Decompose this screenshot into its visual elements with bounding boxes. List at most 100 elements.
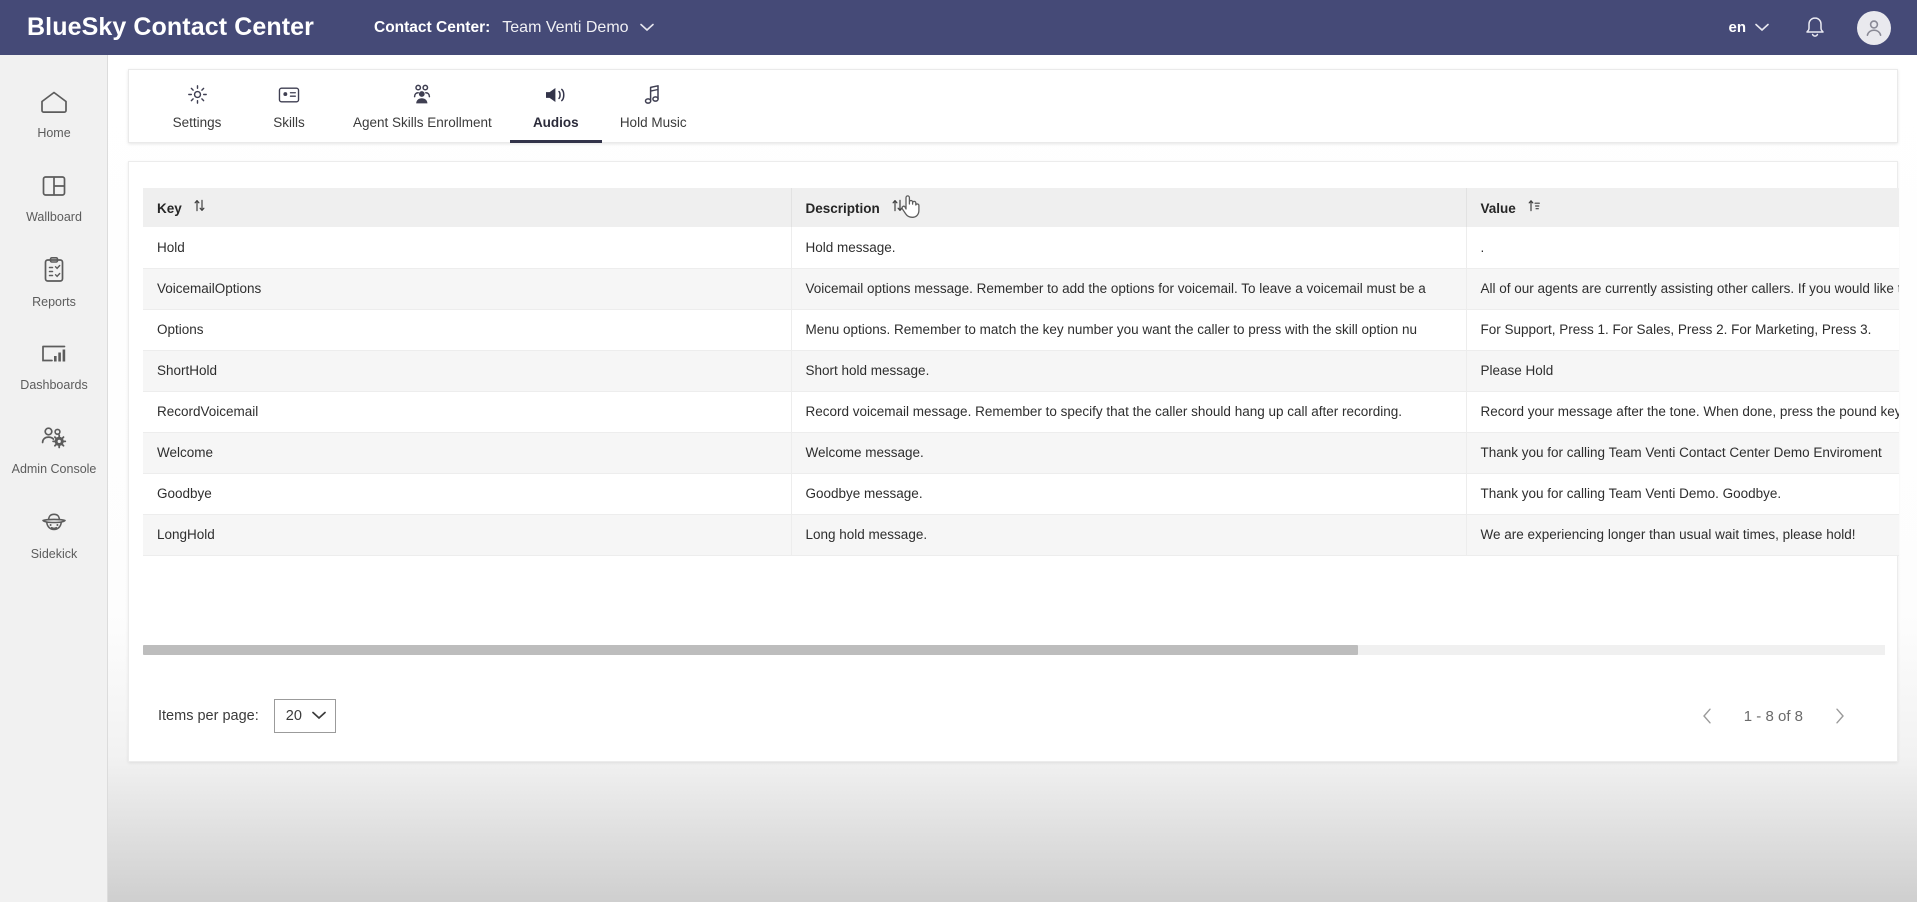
contact-center-label: Contact Center: [374, 18, 491, 36]
tab-settings[interactable]: Settings [151, 70, 243, 143]
sidebar-item-label: Dashboards [20, 378, 88, 393]
sidebar-item-label: Admin Console [11, 462, 97, 477]
sidebar-item-dashboards[interactable]: Dashboards [0, 325, 108, 409]
table-row[interactable]: RecordVoicemail Record voicemail message.… [143, 391, 1899, 433]
row-cell-value: Thank you for calling Team Venti Demo. G… [1466, 473, 1899, 515]
row-cell-key: RecordVoicemail [143, 391, 792, 433]
sort-updown-icon[interactable] [194, 199, 205, 215]
row-cell-description: Goodbye message. [791, 473, 1467, 515]
row-cell-key: LongHold [143, 514, 792, 556]
left-navigation-rail: Home Wallboard Reports Dashboards Admin … [0, 55, 108, 902]
contact-center-dropdown[interactable] [629, 21, 654, 34]
column-header-label: Description [805, 201, 880, 216]
column-header-key[interactable]: Key [143, 188, 792, 227]
sidebar-item-admin-console[interactable]: Admin Console [0, 409, 108, 493]
sidebar-item-label: Reports [32, 295, 76, 310]
notification-bell-icon[interactable] [1803, 15, 1827, 41]
sort-az-icon[interactable] [1528, 199, 1541, 215]
row-cell-value: . [1466, 227, 1899, 269]
tab-skills[interactable]: Skills [243, 70, 335, 143]
tab-audios[interactable]: Audios [509, 70, 602, 143]
row-cell-description: Short hold message. [791, 350, 1467, 392]
items-per-page-label: Items per page: [158, 708, 259, 724]
language-selector-label[interactable]: en [1728, 19, 1746, 36]
row-cell-description: Hold message. [791, 227, 1467, 269]
row-cell-description: Menu options. Remember to match the key … [791, 309, 1467, 351]
language-chevron-down-icon[interactable] [1755, 21, 1769, 35]
row-cell-value: Record your message after the tone. When… [1466, 391, 1899, 433]
row-cell-key: Hold [143, 227, 792, 269]
sidebar-item-wallboard[interactable]: Wallboard [0, 157, 108, 241]
app-brand-title: BlueSky Contact Center [27, 13, 314, 41]
row-cell-description: Record voicemail message. Remember to sp… [791, 391, 1467, 433]
row-cell-value: We are experiencing longer than usual wa… [1466, 514, 1899, 556]
pagination-range-text: 1 - 8 of 8 [1743, 707, 1803, 725]
horizontal-scrollbar-thumb[interactable] [143, 645, 1358, 655]
items-per-page-value: 20 [285, 708, 302, 724]
sort-updown-icon[interactable] [892, 199, 903, 215]
column-header-value[interactable]: Value [1466, 188, 1899, 227]
row-cell-value: All of our agents are currently assistin… [1466, 268, 1899, 310]
table-header-row: Key Description Value [143, 188, 1899, 227]
tab-agent-skills-enrollment[interactable]: Agent Skills Enrollment [335, 70, 510, 143]
top-header-right-cluster: en [1728, 10, 1891, 45]
row-cell-key: Welcome [143, 432, 792, 474]
pagination-controls: 1 - 8 of 8 [1690, 699, 1857, 733]
table-row[interactable]: Options Menu options. Remember to match t… [143, 309, 1899, 351]
sidebar-item-home[interactable]: Home [0, 73, 108, 157]
column-header-description[interactable]: Description [791, 188, 1467, 227]
column-header-label: Key [157, 201, 182, 216]
horizontal-scrollbar[interactable] [143, 645, 1885, 655]
row-cell-description: Long hold message. [791, 514, 1467, 556]
main-content-surface: Settings Skills Agent Skills Enrollment … [108, 55, 1917, 902]
table-row[interactable]: Goodbye Goodbye message. Thank you for cal… [143, 473, 1899, 515]
items-per-page-select[interactable]: 20 [273, 699, 336, 733]
previous-page-button[interactable] [1690, 699, 1724, 733]
row-cell-value: Please Hold [1466, 350, 1899, 392]
people-group-icon [410, 84, 434, 106]
sidebar-item-label: Home [37, 126, 71, 141]
audios-table-card: Key Description Value Hold Hold message.… [128, 161, 1899, 762]
table-body: Hold Hold message.. VoicemailOptions Voicem… [143, 227, 1899, 556]
people-gear-icon [39, 425, 69, 456]
dashboard-chart-icon [39, 341, 69, 372]
table-scroll-viewport[interactable]: Key Description Value Hold Hold message.… [143, 188, 1899, 643]
table-row[interactable]: LongHold Long hold message. We are experie… [143, 514, 1899, 556]
row-cell-key: Goodbye [143, 473, 792, 515]
section-tab-strip: Settings Skills Agent Skills Enrollment … [128, 69, 1898, 143]
table-row[interactable]: ShortHold Short hold message. Please Hold [143, 350, 1899, 392]
id-card-icon [278, 84, 300, 106]
table-row[interactable]: Welcome Welcome message. Thank you for cal… [143, 432, 1899, 474]
table-row[interactable]: Hold Hold message.. [143, 227, 1899, 269]
sidebar-item-reports[interactable]: Reports [0, 241, 108, 325]
sidebar-item-label: Sidekick [30, 547, 78, 562]
tab-label: Skills [273, 114, 305, 130]
row-cell-key: Options [143, 309, 792, 351]
sidebar-item-sidekick[interactable]: Sidekick [0, 493, 108, 577]
row-cell-value: Thank you for calling Team Venti Contact… [1466, 432, 1899, 474]
table-paginator: Items per page: 20 1 - 8 of 8 [129, 670, 1899, 762]
tab-label: Hold Music [619, 114, 687, 130]
table-header: Key Description Value [143, 188, 1899, 227]
clipboard-report-icon [41, 256, 67, 289]
home-icon [39, 89, 69, 120]
tab-label: Settings [172, 114, 222, 130]
audios-table: Key Description Value Hold Hold message.… [143, 188, 1899, 556]
column-header-label: Value [1480, 201, 1516, 216]
gear-icon [187, 84, 208, 106]
user-avatar-icon[interactable] [1857, 10, 1891, 45]
chevron-down-icon [639, 21, 654, 34]
row-cell-key: VoicemailOptions [143, 268, 792, 310]
row-cell-value: For Support, Press 1. For Sales, Press 2… [1466, 309, 1899, 351]
sidekick-hat-face-icon [38, 508, 70, 541]
sidebar-item-label: Wallboard [26, 210, 82, 225]
table-row[interactable]: VoicemailOptions Voicemail options messag… [143, 268, 1899, 310]
row-cell-description: Voicemail options message. Remember to a… [791, 268, 1467, 310]
next-page-button[interactable] [1823, 699, 1857, 733]
tab-label: Agent Skills Enrollment [353, 114, 492, 130]
tab-hold-music[interactable]: Hold Music [602, 70, 705, 143]
contact-center-selected-value[interactable]: Team Venti Demo [502, 19, 628, 37]
tab-label: Audios [532, 114, 579, 130]
speaker-volume-icon [544, 84, 568, 106]
top-header-bar: BlueSky Contact Center Contact Center: T… [0, 0, 1917, 55]
